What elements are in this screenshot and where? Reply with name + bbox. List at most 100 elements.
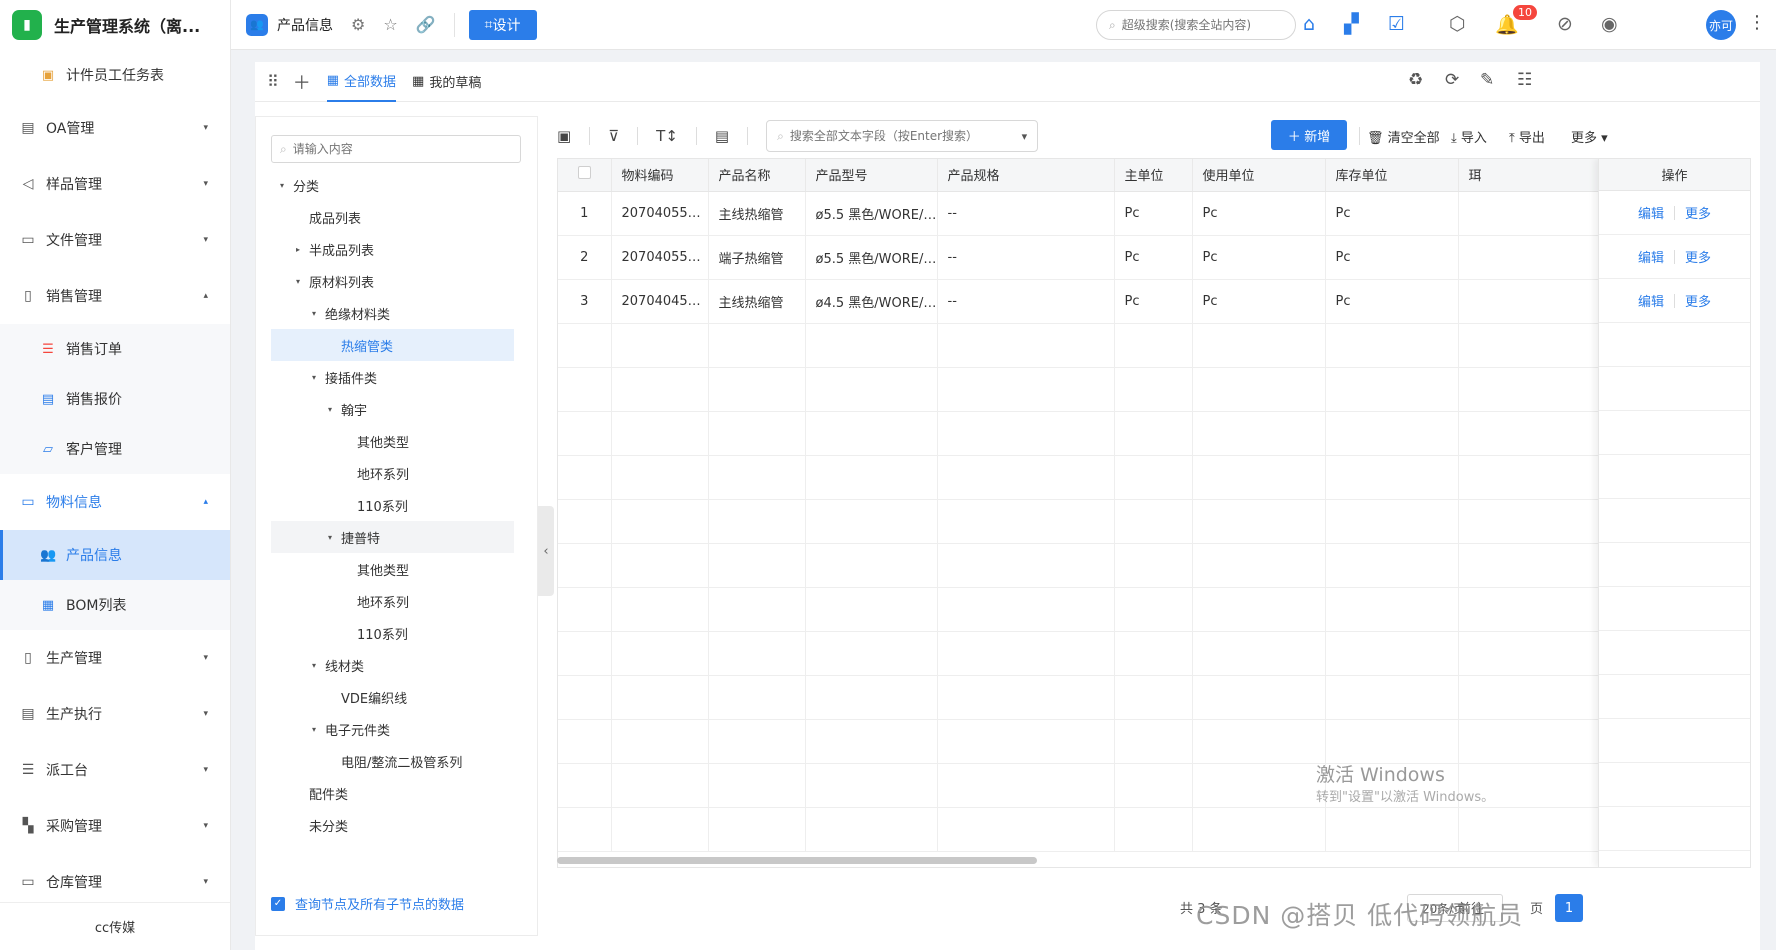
layout-icon[interactable]: ▤ bbox=[715, 127, 729, 145]
pagination-current-page[interactable]: 1 bbox=[1555, 894, 1583, 922]
table-row[interactable] bbox=[558, 807, 1750, 852]
caret-down-icon[interactable]: ▾ bbox=[275, 181, 289, 190]
avatar[interactable]: 亦可 bbox=[1706, 10, 1736, 40]
sidebar-item-piecework-tasks[interactable]: ▣ 计件员工任务表 bbox=[0, 50, 230, 100]
sidebar-item-dispatch[interactable]: ☰ 派工台 ▾ bbox=[0, 742, 230, 798]
hexagon-icon[interactable]: ⬡ bbox=[1449, 13, 1466, 35]
filter-icon[interactable]: ⊽ bbox=[608, 127, 619, 145]
include-children-checkbox[interactable]: ✓ 查询节点及所有子节点的数据 bbox=[271, 894, 464, 913]
edit-link[interactable]: 编辑 bbox=[1638, 203, 1664, 222]
app-logo-icon[interactable]: ▮ bbox=[12, 10, 42, 40]
sidebar-footer[interactable]: cc传媒 bbox=[0, 902, 230, 950]
table-row[interactable] bbox=[558, 763, 1750, 808]
tree-node[interactable]: ▾ 接插件类 bbox=[271, 361, 514, 393]
column-header[interactable]: 库存单位 bbox=[1325, 159, 1459, 192]
table-row[interactable] bbox=[558, 675, 1750, 720]
select-all-checkbox[interactable] bbox=[558, 159, 612, 192]
recycle-icon[interactable]: ♻ bbox=[1408, 70, 1423, 90]
caret-down-icon[interactable]: ▾ bbox=[291, 277, 305, 286]
tree-search[interactable]: ⌕ bbox=[271, 135, 521, 163]
sidebar-item-production[interactable]: ▯ 生产管理 ▾ bbox=[0, 630, 230, 686]
tree-node[interactable]: 热缩管类 bbox=[271, 329, 514, 361]
tree-node[interactable]: ▾ 原材料列表 bbox=[271, 265, 514, 297]
caret-down-icon[interactable]: ▾ bbox=[307, 725, 321, 734]
edit-document-icon[interactable]: ✎ bbox=[1480, 70, 1494, 90]
table-row[interactable] bbox=[558, 587, 1750, 632]
add-button[interactable]: ＋ 新增 bbox=[1271, 120, 1347, 150]
home-icon[interactable]: ⌂ bbox=[1303, 13, 1315, 35]
sort-icon[interactable]: T↕ bbox=[656, 127, 678, 145]
more-link[interactable]: 更多 bbox=[1685, 291, 1711, 310]
grid-search[interactable]: ⌕ ▾ bbox=[766, 120, 1039, 152]
caret-down-icon[interactable]: ▾ bbox=[323, 405, 337, 414]
sidebar-item-sales[interactable]: ▯ 销售管理 ▴ bbox=[0, 268, 230, 324]
table-row[interactable] bbox=[558, 631, 1750, 676]
task-check-icon[interactable]: ☑ bbox=[1388, 13, 1405, 35]
tree-node[interactable]: 地环系列 bbox=[271, 585, 514, 617]
sidebar-item-purchasing[interactable]: ▚ 采购管理 ▾ bbox=[0, 798, 230, 854]
edit-link[interactable]: 编辑 bbox=[1638, 291, 1664, 310]
tree-node[interactable]: 110系列 bbox=[271, 489, 514, 521]
sidebar-item-oa[interactable]: ▤ OA管理 ▾ bbox=[0, 100, 230, 156]
column-header[interactable]: 物料编码 bbox=[611, 159, 709, 192]
refresh-icon[interactable]: ⟳ bbox=[1445, 70, 1459, 90]
tree-node[interactable]: ▾ 分类 bbox=[271, 169, 514, 201]
apps-icon[interactable]: ▞ bbox=[1344, 13, 1359, 35]
tree-node[interactable]: 未分类 bbox=[271, 809, 514, 841]
tree-node[interactable]: ▾ 捷普特 bbox=[271, 521, 514, 553]
more-link[interactable]: 更多 bbox=[1685, 203, 1711, 222]
more-button[interactable]: 更多 ▾ bbox=[1571, 127, 1608, 146]
table-row[interactable] bbox=[558, 323, 1750, 368]
caret-right-icon[interactable]: ▸ bbox=[291, 245, 305, 254]
more-vertical-icon[interactable]: ⋮ bbox=[1748, 12, 1766, 33]
tab-my-drafts[interactable]: ▦ 我的草稿 bbox=[412, 62, 481, 102]
sidebar-item-execution[interactable]: ▤ 生产执行 ▾ bbox=[0, 686, 230, 742]
table-row[interactable] bbox=[558, 455, 1750, 500]
caret-down-icon[interactable]: ▾ bbox=[307, 373, 321, 382]
tree-node[interactable]: 配件类 bbox=[271, 777, 514, 809]
table-row[interactable] bbox=[558, 543, 1750, 588]
tab-all-data[interactable]: ▦ 全部数据 bbox=[326, 62, 397, 102]
tree-node[interactable]: 其他类型 bbox=[271, 425, 514, 457]
sidebar-item-samples[interactable]: ◁ 样品管理 ▾ bbox=[0, 156, 230, 212]
sidebar-item-material[interactable]: ▭ 物料信息 ▴ bbox=[0, 474, 230, 530]
tree-node[interactable]: ▸ 半成品列表 bbox=[271, 233, 514, 265]
sidebar-item-sales-orders[interactable]: ☰ 销售订单 bbox=[0, 324, 230, 374]
gear-icon[interactable]: ⚙ bbox=[351, 15, 365, 34]
tree-node[interactable]: ▾ 线材类 bbox=[271, 649, 514, 681]
tree-search-input[interactable] bbox=[292, 142, 508, 156]
sidebar-item-bom[interactable]: ▦ BOM列表 bbox=[0, 580, 230, 630]
sidebar-item-files[interactable]: ▭ 文件管理 ▾ bbox=[0, 212, 230, 268]
tree-node[interactable]: 成品列表 bbox=[271, 201, 514, 233]
export-button[interactable]: ⤒ 导出 bbox=[1509, 127, 1545, 146]
add-view-icon[interactable]: ＋ bbox=[293, 69, 311, 95]
table-row[interactable]: 3 20704045100 主线热缩管 ø4.5 黑色/WORE/L... -- Pc Pc… bbox=[558, 279, 1750, 324]
caret-down-icon[interactable]: ▾ bbox=[323, 533, 337, 542]
tree-node[interactable]: 其他类型 bbox=[271, 553, 514, 585]
support-icon[interactable]: ◉ bbox=[1601, 13, 1618, 35]
tree-node[interactable]: ▾ 翰宇 bbox=[271, 393, 514, 425]
grid-search-input[interactable] bbox=[789, 129, 1005, 143]
global-search[interactable]: ⌕ bbox=[1096, 10, 1296, 40]
sidebar-item-customers[interactable]: ▱ 客户管理 bbox=[0, 424, 230, 474]
import-button[interactable]: ⤓ 导入 bbox=[1451, 127, 1487, 146]
global-search-input[interactable] bbox=[1121, 18, 1287, 32]
tree-node[interactable]: 地环系列 bbox=[271, 457, 514, 489]
tree-node[interactable]: VDE编织线 bbox=[271, 681, 514, 713]
column-header[interactable]: 产品型号 bbox=[805, 159, 938, 192]
grid-settings-icon[interactable]: ▣ bbox=[557, 127, 571, 145]
column-header[interactable]: 产品规格 bbox=[937, 159, 1115, 192]
column-header[interactable]: 使用单位 bbox=[1192, 159, 1326, 192]
edit-link[interactable]: 编辑 bbox=[1638, 247, 1664, 266]
tree-node[interactable]: ▾ 绝缘材料类 bbox=[271, 297, 514, 329]
link-icon[interactable]: 🔗 bbox=[416, 15, 436, 34]
design-button[interactable]: ⌗ 设计 bbox=[468, 9, 537, 40]
more-link[interactable]: 更多 bbox=[1685, 247, 1711, 266]
tree-node[interactable]: 110系列 bbox=[271, 617, 514, 649]
table-row[interactable] bbox=[558, 499, 1750, 544]
table-row[interactable]: 2 20704055090 端子热缩管 ø5.5 黑色/WORE/L... -- Pc Pc… bbox=[558, 235, 1750, 280]
app-title[interactable]: 生产管理系统（离... bbox=[54, 13, 200, 37]
table-row[interactable]: 1 20704055086 主线热缩管 ø5.5 黑色/WORE/L... -- Pc Pc… bbox=[558, 191, 1750, 236]
chevron-down-icon[interactable]: ▾ bbox=[1022, 130, 1028, 143]
sidebar-item-sales-quotes[interactable]: ▤ 销售报价 bbox=[0, 374, 230, 424]
